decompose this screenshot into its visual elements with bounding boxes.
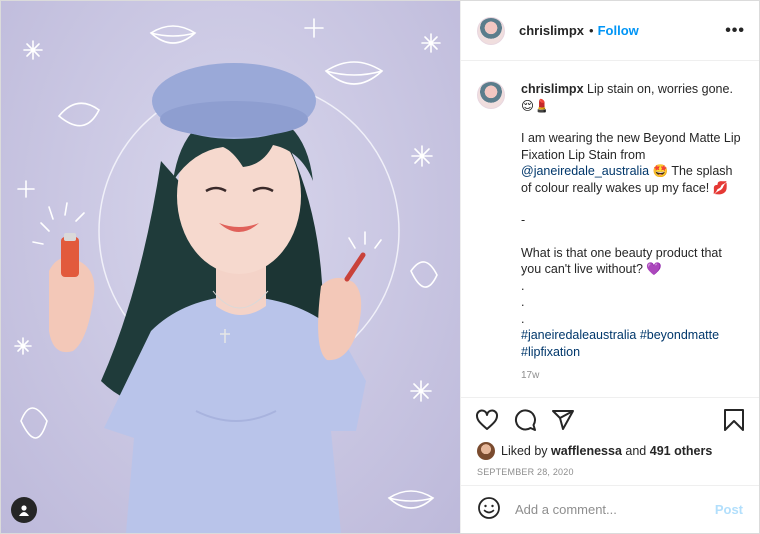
header-username[interactable]: chrislimpx: [519, 23, 584, 38]
hashtags[interactable]: #janeiredaleaustralia #beyondmatte #lipf…: [521, 327, 743, 360]
caption-para3: What is that one beauty product that you…: [521, 245, 722, 277]
avatar[interactable]: [477, 16, 505, 45]
caption-dot3: .: [521, 311, 525, 326]
caption-text: chrislimpx Lip stain on, worries gone. 😌…: [521, 81, 743, 360]
post-side-panel: chrislimpx • Follow ••• chrislimpx Lip s…: [460, 1, 759, 533]
paper-plane-icon[interactable]: [551, 408, 575, 432]
add-comment-bar: Post: [461, 485, 759, 533]
heart-icon[interactable]: [475, 408, 499, 432]
caption-dot1: .: [521, 278, 525, 293]
action-bar: [461, 397, 759, 441]
post-age[interactable]: 17w: [521, 370, 743, 381]
more-options-icon[interactable]: •••: [725, 22, 745, 40]
post-photo[interactable]: [1, 1, 460, 533]
post-header: chrislimpx • Follow •••: [461, 1, 759, 61]
separator-dot: •: [589, 23, 594, 38]
post-comment-button[interactable]: Post: [715, 502, 743, 517]
caption-avatar[interactable]: [477, 81, 505, 109]
caption-para2-text: I am wearing the new Beyond Matte Lip Fi…: [521, 131, 741, 162]
caption-username[interactable]: chrislimpx: [521, 82, 584, 96]
caption-dot2: .: [521, 295, 525, 309]
likes-and: and: [625, 444, 647, 458]
comments-area: chrislimpx Lip stain on, worries gone. 😌…: [461, 61, 759, 397]
liker-avatar[interactable]: [477, 442, 495, 460]
likes-row: Liked by wafflenessa and 491 others: [461, 441, 759, 461]
smiley-icon[interactable]: [477, 496, 501, 523]
liker-username[interactable]: wafflenessa: [551, 444, 622, 458]
caption-dash: -: [521, 213, 526, 227]
caption-line1: Lip stain on, worries gone.: [587, 82, 733, 96]
post-dialog: chrislimpx • Follow ••• chrislimpx Lip s…: [0, 0, 760, 534]
likes-prefix: Liked by: [501, 444, 548, 458]
photo-illustration: [14, 18, 441, 533]
post-date: SEPTEMBER 28, 2020: [477, 467, 574, 477]
follow-button[interactable]: Follow: [598, 23, 639, 38]
caption: chrislimpx Lip stain on, worries gone. 😌…: [477, 81, 743, 360]
caption-para2: I am wearing the new Beyond Matte Lip Fi…: [521, 130, 743, 196]
comment-icon[interactable]: [513, 408, 537, 432]
user-tag-icon[interactable]: [11, 497, 37, 523]
bookmark-icon[interactable]: [723, 408, 745, 432]
caption-emoji1: 😌💄: [521, 98, 550, 113]
mention-link[interactable]: @janeiredale_australia: [521, 164, 649, 178]
comment-input[interactable]: [515, 502, 715, 517]
likes-others-link[interactable]: 491 others: [650, 444, 713, 458]
